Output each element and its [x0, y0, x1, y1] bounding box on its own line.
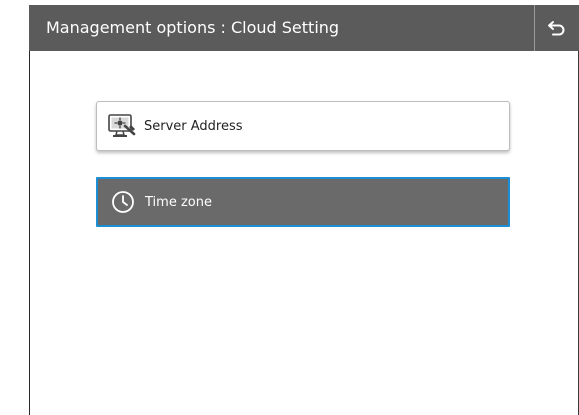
page-title: Management options : Cloud Setting: [46, 18, 340, 37]
return-arrow-icon: [548, 21, 565, 36]
time-zone-button[interactable]: Time zone: [96, 177, 510, 227]
title-bar: Management options : Cloud Setting: [29, 5, 579, 51]
cloud-setting-screen: Management options : Cloud Setting Serve…: [29, 5, 579, 415]
options-panel: Server Address Time zone: [29, 51, 579, 415]
time-zone-label: Time zone: [145, 194, 212, 210]
server-address-label: Server Address: [144, 118, 243, 134]
clock-icon: [108, 187, 138, 217]
server-monitor-icon: [107, 111, 137, 141]
back-button[interactable]: [534, 5, 579, 51]
server-address-button[interactable]: Server Address: [96, 101, 510, 151]
